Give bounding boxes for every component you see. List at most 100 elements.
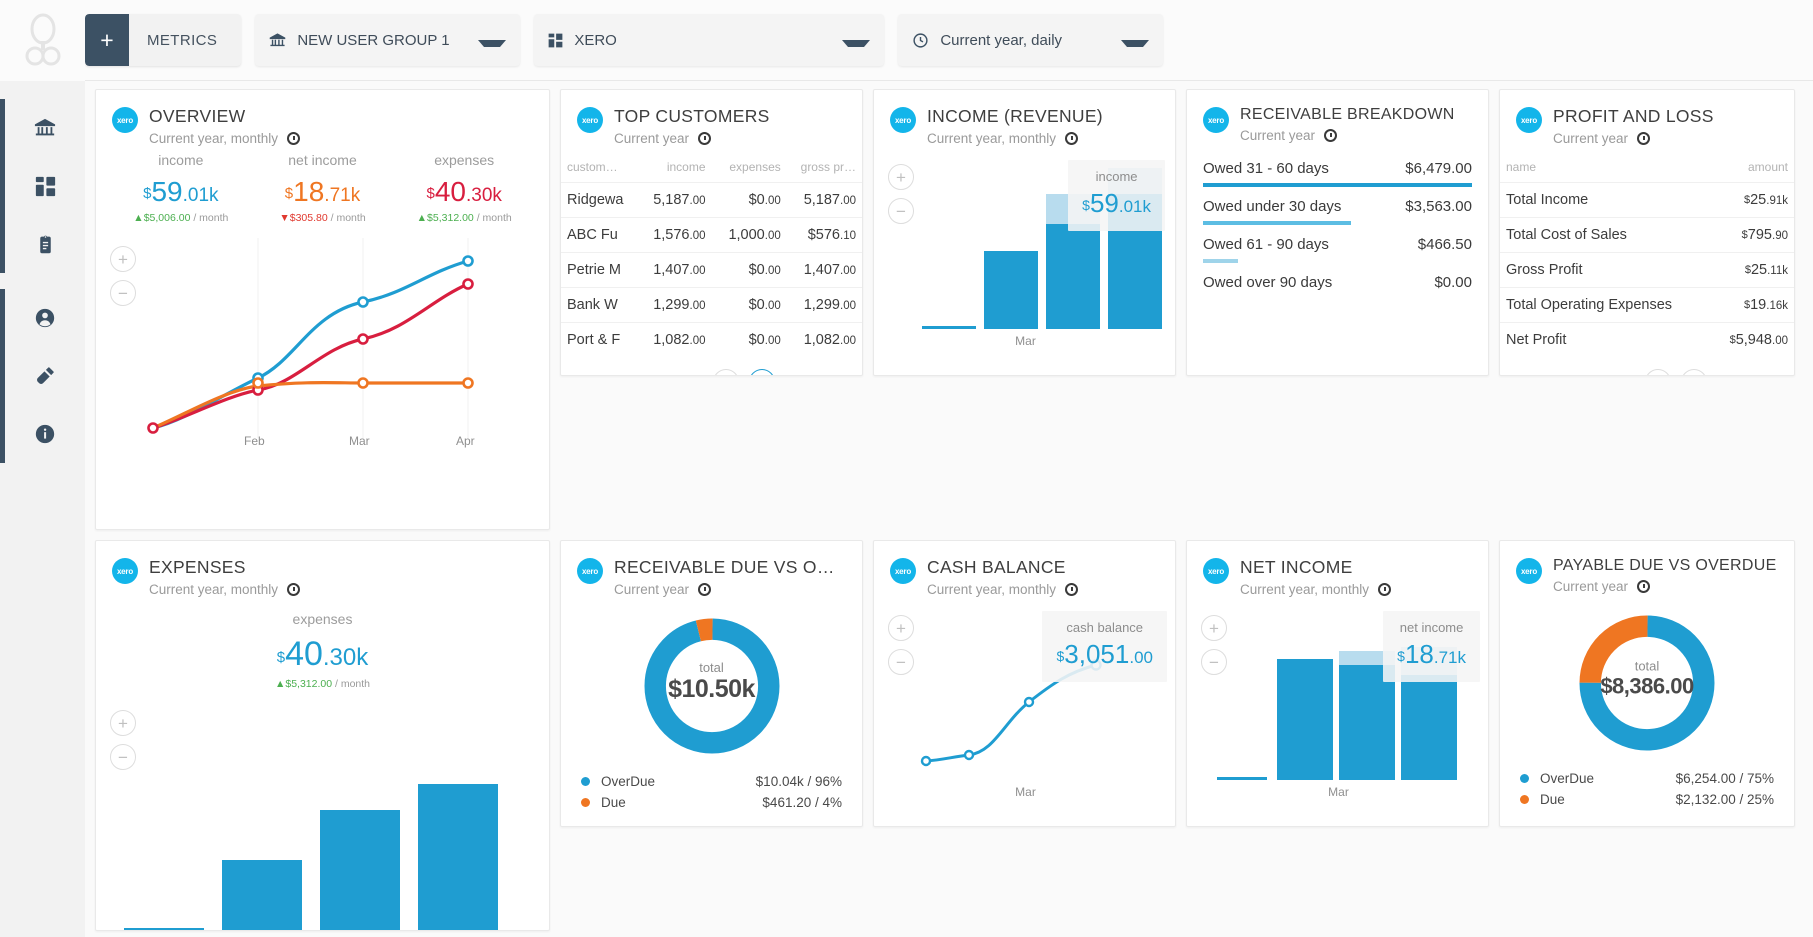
zoom-out-button[interactable]: − [888,198,914,224]
sidebar-item-reports[interactable] [5,215,85,273]
table-row[interactable]: Total Cost of Sales $795.90 [1500,218,1794,253]
donut-center-label: total $10.50k [668,660,755,704]
breakdown-row[interactable]: Owed 61 - 90 days $466.50 [1187,225,1488,263]
sidebar-item-info[interactable] [5,405,85,463]
card-receivable-breakdown[interactable]: xero RECEIVABLE BREAKDOWN Current year O… [1186,89,1489,376]
zoom-out-button[interactable]: − [110,744,136,770]
plus-icon: + [85,14,129,66]
cell-customer: ABC Fu [561,218,636,253]
kpi-delta-value: $5,312.00 [285,678,332,690]
breakdown-label: Owed 61 - 90 days [1203,236,1329,253]
bar-chart-svg [1187,597,1489,805]
zoom-in-button[interactable]: + [1201,615,1227,641]
table-header-row: custom… income expenses gross pr… [561,148,862,183]
legend-item[interactable]: OverDue $10.04k / 96% [581,771,842,792]
table-row[interactable]: Total Operating Expenses $19.16k [1500,288,1794,323]
kpi-value: $59.01k [110,176,252,208]
legend-label: Due [1540,792,1676,807]
zoom-out-button[interactable]: − [888,649,914,675]
prev-page-button[interactable]: ‹ [713,369,739,376]
card-income-revenue[interactable]: xero INCOME (REVENUE) Current year, mont… [873,89,1176,376]
sidebar-item-bank[interactable] [5,99,85,157]
net-income-bar-chart[interactable]: + − net income $18.71k [1187,597,1488,805]
grid-icon [35,176,56,197]
zoom-in-button[interactable]: + [110,710,136,736]
xero-badge: xero [1516,107,1542,133]
zoom-out-button[interactable]: − [1201,649,1227,675]
source-select[interactable]: XERO [534,14,884,66]
card-receivable-due-vs-overdue[interactable]: xero RECEIVABLE DUE VS OVE… Current year [560,540,863,827]
xero-badge: xero [112,107,138,133]
sidebar-item-dashboard[interactable] [5,157,85,215]
table-row[interactable]: Net Profit $5,948.00 [1500,323,1794,358]
clock-icon [1378,583,1391,596]
xero-badge: xero [890,107,916,133]
card-payable-due-vs-overdue[interactable]: xero PAYABLE DUE VS OVERDUE Current year [1499,540,1795,827]
x-tick: Mar [349,434,370,448]
table-row[interactable]: Port & F 1,082.00 $0.00 1,082.00 [561,323,862,358]
cell-gross-profit: 1,082.00 [787,323,862,358]
bank-icon [34,117,56,139]
expenses-bar-chart[interactable]: + − [96,706,549,931]
breakdown-line: Owed 61 - 90 days $466.50 [1203,225,1472,259]
sidebar-item-account[interactable] [5,289,85,347]
cell-amount: $19.16k [1682,288,1794,323]
next-page-button[interactable]: › [1681,369,1707,376]
donut-chart[interactable]: total $10.50k [561,597,862,767]
breakdown-row[interactable]: Owed under 30 days $3,563.00 [1187,187,1488,225]
kpi-delta-value: $5,312.00 [427,212,474,224]
legend-item[interactable]: OverDue $6,254.00 / 75% [1520,768,1774,789]
breakdown-line: Owed 31 - 60 days $6,479.00 [1203,149,1472,183]
card-subtitle: Current year [614,582,846,597]
breakdown-label: Owed 31 - 60 days [1203,160,1329,177]
zoom-in-button[interactable]: + [888,164,914,190]
next-page-button[interactable]: › [749,369,775,376]
period-select[interactable]: Current year, daily [898,14,1163,66]
sidebar-item-integrations[interactable] [5,347,85,405]
card-cash-balance[interactable]: xero CASH BALANCE Current year, monthly … [873,540,1176,827]
card-header: xero NET INCOME Current year, monthly [1187,541,1488,597]
table-row[interactable]: Gross Profit $25.11k [1500,253,1794,288]
app-logo[interactable] [0,0,85,81]
card-profit-and-loss[interactable]: xero PROFIT AND LOSS Current year name a… [1499,89,1795,376]
receivable-breakdown-list: Owed 31 - 60 days $6,479.00 Owed under 3… [1187,149,1488,301]
cell-name: Total Cost of Sales [1500,218,1682,253]
card-title: CASH BALANCE [927,557,1159,578]
profit-loss-table: name amount Total Income $25.91k Total C… [1500,148,1794,357]
plug-icon [34,365,56,387]
table-row[interactable]: Total Income $25.91k [1500,183,1794,218]
card-overview[interactable]: xero OVERVIEW Current year, monthly inco… [95,89,550,530]
prev-page-button[interactable]: ‹ [1645,369,1671,376]
card-subtitle: Current year, monthly [1240,582,1472,597]
table-row[interactable]: Ridgewa 5,187.00 $0.00 5,187.00 [561,183,862,218]
breakdown-row[interactable]: Owed over 90 days $0.00 [1187,263,1488,301]
metrics-button[interactable]: + METRICS [85,14,241,66]
card-title: TOP CUSTOMERS [614,106,846,127]
xero-badge: xero [577,558,603,584]
table-row[interactable]: ABC Fu 1,576.00 1,000.00 $576.10 [561,218,862,253]
cell-amount: $5,948.00 [1682,323,1794,358]
card-top-customers[interactable]: xero TOP CUSTOMERS Current year custom… … [560,89,863,376]
grid-icon [548,33,563,48]
card-net-income[interactable]: xero NET INCOME Current year, monthly + … [1186,540,1489,827]
card-title: RECEIVABLE BREAKDOWN [1240,106,1472,124]
zoom-out-button[interactable]: − [110,280,136,306]
cell-income: 1,407.00 [636,253,711,288]
zoom-in-button[interactable]: + [888,615,914,641]
table-row[interactable]: Bank W 1,299.00 $0.00 1,299.00 [561,288,862,323]
kpi-value: $40.30k [393,176,535,208]
overview-line-chart[interactable]: + − [96,238,549,453]
user-group-select[interactable]: NEW USER GROUP 1 [255,14,520,66]
zoom-in-button[interactable]: + [110,246,136,272]
zoom-controls: + − [888,164,914,232]
income-bar-chart[interactable]: + − income $59.01k [874,146,1175,354]
legend-item[interactable]: Due $461.20 / 4% [581,792,842,813]
breakdown-row[interactable]: Owed 31 - 60 days $6,479.00 [1187,149,1488,187]
table-row[interactable]: Petrie M 1,407.00 $0.00 1,407.00 [561,253,862,288]
legend-item[interactable]: Due $2,132.00 / 25% [1520,789,1774,810]
cash-balance-line-chart[interactable]: + − cash balance $3,051.00 [874,597,1175,805]
card-subtitle-text: Current year [1240,128,1315,143]
series-net-income [153,383,468,428]
card-expenses[interactable]: xero EXPENSES Current year, monthly expe… [95,540,550,931]
donut-chart[interactable]: total $8,386.00 [1500,594,1794,764]
